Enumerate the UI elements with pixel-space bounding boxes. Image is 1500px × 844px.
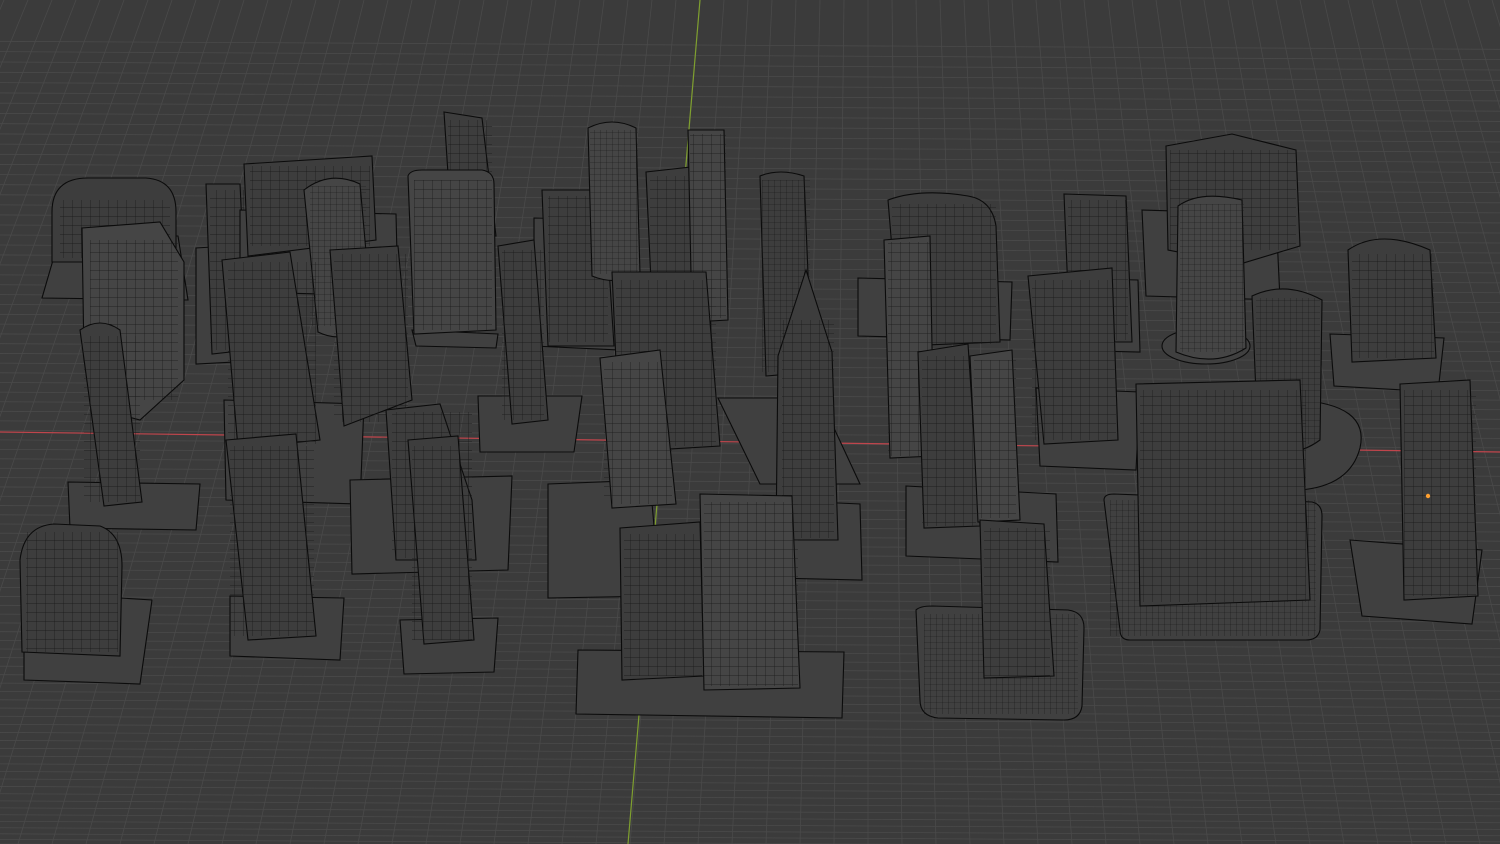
3d-viewport[interactable] [0, 0, 1500, 844]
building-object[interactable] [1103, 379, 1323, 641]
building-object[interactable] [329, 245, 413, 427]
object-origin-marker [1425, 493, 1431, 499]
